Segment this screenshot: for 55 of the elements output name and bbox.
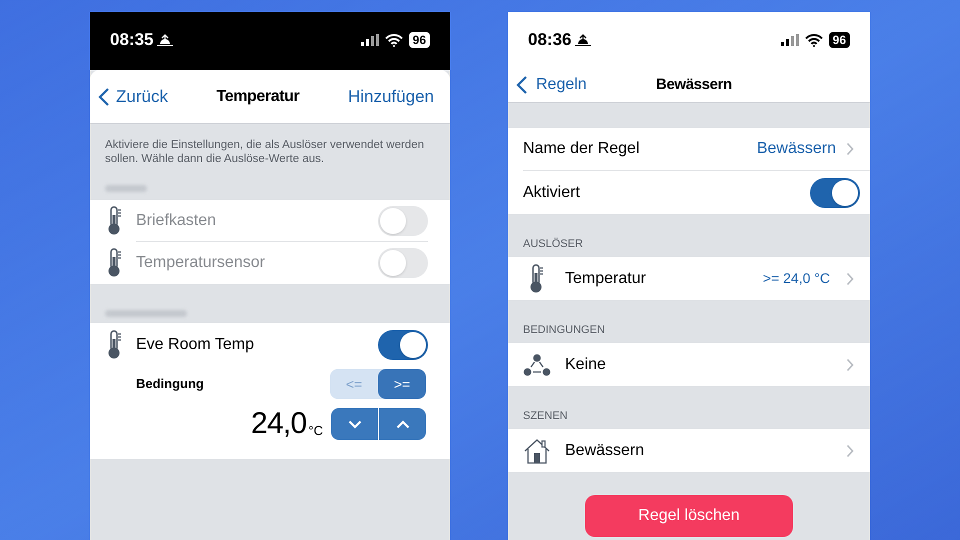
- row-label: Name der Regel: [523, 139, 640, 159]
- status-time: 08:36: [528, 29, 572, 52]
- temperature-value: 24,0: [251, 409, 306, 439]
- sensor-name: Briefkasten: [136, 210, 216, 230]
- thermometer-icon: [108, 330, 122, 360]
- thermometer-icon: [108, 248, 122, 278]
- section-header: BEDINGUNGEN: [523, 322, 605, 338]
- increase-button[interactable]: [379, 408, 426, 440]
- delete-rule-button[interactable]: Regel löschen: [585, 495, 793, 537]
- chevron-right-icon: [846, 142, 854, 156]
- chevron-left-icon: [98, 86, 110, 106]
- nav-title: Bewässern: [656, 74, 732, 95]
- chevron-left-icon: [516, 75, 528, 95]
- row-value: >= 24,0 °C: [762, 269, 830, 288]
- temperature-unit: °C: [308, 424, 323, 439]
- toggle-switch[interactable]: [378, 330, 428, 360]
- toggle-switch[interactable]: [378, 248, 428, 278]
- blurred-label: [105, 184, 147, 192]
- battery-indicator: 96: [408, 32, 430, 48]
- wifi-icon: [384, 34, 403, 46]
- description-text: Aktiviere die Einstellungen, die als Auslöser verwendet werden sollen. Wähle dann die Auslöse-Werte aus.: [104, 138, 425, 167]
- section-header: AUSLÖSER: [523, 236, 583, 252]
- house-icon: [523, 436, 551, 464]
- row-label: Bewässern: [565, 440, 646, 460]
- sunrise-icon: [157, 34, 174, 46]
- wifi-icon: [804, 34, 823, 46]
- comparison-option[interactable]: >=: [378, 369, 426, 399]
- sensor-name: Temperatursensor: [136, 253, 265, 273]
- nav-title: Temperatur: [216, 86, 300, 106]
- chevron-right-icon: [846, 444, 854, 458]
- battery-indicator: 96: [828, 32, 850, 48]
- status-time: 08:35: [110, 29, 154, 52]
- device-name: Eve Room Temp: [136, 335, 254, 355]
- chevron-down-icon: [348, 420, 362, 428]
- row-label: Keine: [565, 354, 607, 374]
- signal-icon: [780, 34, 799, 46]
- back-button[interactable]: Zurück: [98, 84, 168, 110]
- add-button[interactable]: Hinzufügen: [348, 84, 442, 110]
- condition-label: Bedingung: [136, 375, 204, 394]
- network-icon: [523, 352, 551, 376]
- decrease-button[interactable]: [331, 408, 378, 440]
- row-label: Aktiviert: [523, 182, 580, 202]
- chevron-right-icon: [846, 272, 854, 286]
- section-header: SZENEN: [523, 408, 568, 424]
- row-label: Temperatur: [565, 268, 647, 288]
- toggle-switch[interactable]: [810, 178, 860, 208]
- toggle-switch[interactable]: [378, 206, 428, 236]
- sunrise-icon: [575, 34, 592, 46]
- back-button[interactable]: Regeln: [516, 73, 587, 97]
- signal-icon: [360, 34, 379, 46]
- row-value: Bewässern: [756, 139, 836, 159]
- chevron-right-icon: [846, 358, 854, 372]
- thermometer-icon: [108, 206, 122, 236]
- chevron-up-icon: [396, 420, 410, 428]
- thermometer-icon: [530, 264, 544, 294]
